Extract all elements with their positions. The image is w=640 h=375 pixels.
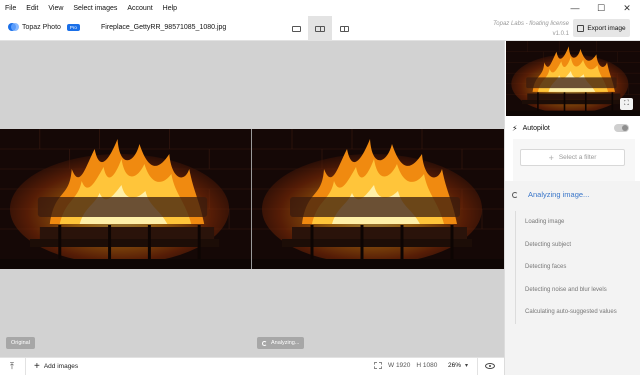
menu-help[interactable]: Help [158,5,182,12]
menu-account[interactable]: Account [122,5,157,12]
analysis-step: Calculating auto-suggested values [525,309,617,316]
height-value: H 1080 [416,362,438,369]
autopilot-toggle[interactable] [614,124,629,132]
menu-select-images[interactable]: Select images [68,5,122,12]
side-by-side-view-button[interactable] [308,16,332,41]
image-filename: Fireplace_GettyRR_98571085_1080.jpg [101,24,227,31]
select-filter-label: Select a filter [558,154,597,161]
window-controls: — ☐ ✕ [562,0,640,16]
image-canvas[interactable]: Original Analyzing... [0,41,504,357]
bolt-icon: ⚡ [512,124,518,133]
analysis-step: Loading image [525,219,565,226]
fit-to-screen-icon[interactable] [374,362,382,369]
side-by-side-icon [315,25,325,32]
single-view-icon [291,25,301,32]
bottom-bar: ⤒ + Add images W 1920 H 1080 26% ▾ [0,357,504,375]
analyzing-badge-label: Analyzing... [271,340,300,346]
export-icon [577,24,585,32]
app-name: Topaz Photo [22,23,61,31]
single-view-button[interactable] [284,16,308,41]
divider [477,358,478,375]
original-image [0,129,251,269]
loading-spinner-icon [512,191,518,198]
navigator-thumbnail[interactable]: ⛶ [506,41,640,116]
menu-bar: File Edit View Select images Account Hel… [0,0,640,16]
analysis-step: Detecting noise and blur levels [525,286,607,293]
split-view-button[interactable] [332,16,356,41]
menu-view[interactable]: View [43,5,68,12]
zoom-select[interactable]: 26% ▾ [448,362,468,369]
plus-icon: + [34,361,40,372]
analysis-steps: Loading image Detecting subject Detectin… [515,211,640,324]
add-images-button[interactable]: + Add images [32,358,78,375]
crop-icon[interactable]: ⛶ [620,98,633,110]
pro-badge: Pro [66,23,80,31]
analyzing-badge: Analyzing... [257,337,305,349]
app-logo: Topaz Photo Pro [8,23,80,31]
divider [25,358,26,375]
maximize-button[interactable]: ☐ [588,0,614,16]
split-view-icon [339,25,349,32]
minimize-button[interactable]: — [562,0,588,16]
analysis-header: Analyzing image... [512,190,589,199]
processed-image [252,129,504,269]
version-text: v1.0.1 [552,31,569,37]
topaz-logo-icon [8,23,19,31]
autopilot-row: ⚡ Autopilot [512,124,550,133]
license-text: Topaz Labs - floating license [493,21,569,27]
image-dimensions: W 1920 H 1080 [374,362,443,369]
preview-eye-icon[interactable] [485,363,495,369]
filter-area: + Select a filter [513,139,635,181]
license-info: Topaz Labs - floating license v1.0.1 [493,19,569,39]
original-label: Original [6,337,35,349]
width-value: W 1920 [388,362,411,369]
plus-icon: + [548,152,554,163]
select-filter-button[interactable]: + Select a filter [520,149,625,166]
close-button[interactable]: ✕ [614,0,640,16]
export-image-button[interactable]: Export image [573,19,630,37]
analysis-section: Analyzing image... Loading image Detecti… [505,181,640,375]
app-window: File Edit View Select images Account Hel… [0,0,640,375]
upload-icon[interactable]: ⤒ [6,362,18,372]
analysis-title: Analyzing image... [528,190,590,199]
export-label: Export image [587,24,626,32]
menu-file[interactable]: File [0,5,21,12]
loading-spinner-icon [262,340,267,346]
zoom-value: 26% [448,362,462,369]
menu-edit[interactable]: Edit [21,5,43,12]
top-toolbar: Topaz Photo Pro Fireplace_GettyRR_985710… [0,16,640,41]
right-panel: ⛶ ⚡ Autopilot + Select a filter Analyzin… [504,41,640,375]
add-images-label: Add images [43,363,79,370]
analysis-step: Detecting faces [525,264,567,271]
analysis-step: Detecting subject [525,241,572,248]
autopilot-label: Autopilot [522,125,550,132]
chevron-down-icon: ▾ [465,363,469,369]
